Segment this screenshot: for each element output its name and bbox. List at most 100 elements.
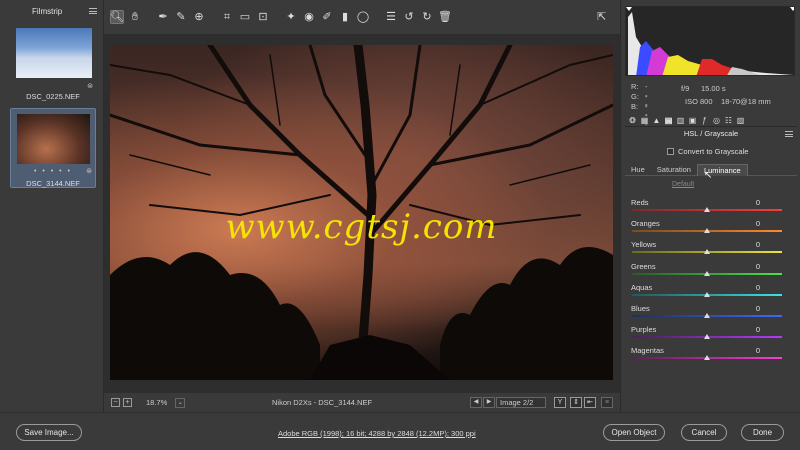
target-adjust-icon[interactable]: ⊕ <box>192 10 206 24</box>
tab-hue[interactable]: Hue <box>625 164 651 176</box>
star-rating[interactable]: • • • • • <box>11 168 95 175</box>
basic-panel-icon[interactable]: ❂ <box>628 116 637 125</box>
slider-value[interactable]: 0 <box>756 346 760 355</box>
slider-thumb[interactable] <box>704 207 710 212</box>
adjustment-brush-icon[interactable]: ✐ <box>320 10 334 24</box>
slider-value[interactable]: 0 <box>756 262 760 271</box>
detail-icon[interactable]: ▲ <box>652 116 661 125</box>
trash-icon[interactable]: 🗑︎ <box>438 10 452 24</box>
filmstrip-menu-icon[interactable] <box>89 8 97 14</box>
slider-thumb[interactable] <box>704 313 710 318</box>
graduated-filter-icon[interactable]: ▮ <box>338 10 352 24</box>
slider-value[interactable]: 0 <box>756 198 760 207</box>
rotate-cw-icon[interactable]: ↻ <box>420 10 434 24</box>
split-toning-icon[interactable]: ▥ <box>676 116 685 125</box>
zoom-in-button[interactable]: + <box>123 398 132 407</box>
slider-value[interactable]: 0 <box>756 283 760 292</box>
thumbnail-image <box>17 114 90 164</box>
effects-icon[interactable]: ƒ <box>700 116 709 125</box>
preview-image[interactable]: www.cgtsj.com <box>110 45 613 380</box>
slider-label: Oranges <box>631 219 660 229</box>
shutter-speed: 15.00 s <box>701 84 726 93</box>
hand-icon[interactable]: ✋︎ <box>128 10 142 24</box>
straighten-icon[interactable]: ▭ <box>238 10 252 24</box>
filmstrip-header: Filmstrip <box>0 0 103 22</box>
panel-title: HSL / Grayscale <box>683 129 739 138</box>
spot-removal-icon[interactable]: ✦ <box>284 10 298 24</box>
red-eye-icon[interactable]: ◉ <box>302 10 316 24</box>
slider-thumb[interactable] <box>704 334 710 340</box>
preferences-icon[interactable]: ☰ <box>384 10 398 24</box>
thumbnail-filename: DSC_0225.NEF <box>26 92 80 101</box>
lens-corrections-icon[interactable]: ▣ <box>688 116 697 125</box>
slider-magentas: Magentas 0 <box>630 346 782 366</box>
g-label: G: <box>631 92 639 101</box>
rotate-ccw-icon[interactable]: ↺ <box>402 10 416 24</box>
presets-icon[interactable]: ☷ <box>724 116 733 125</box>
copy-settings-icon[interactable]: ⇤ <box>584 397 596 408</box>
slider-value[interactable]: 0 <box>756 240 760 249</box>
slider-label: Reds <box>631 198 649 207</box>
b-label: B: <box>631 102 639 111</box>
slider-label: Magentas <box>631 346 664 356</box>
convert-grayscale-label: Convert to Grayscale <box>678 147 749 156</box>
slider-reds: Reds 0 <box>630 198 782 218</box>
zoom-icon[interactable]: 🔍︎ <box>110 10 124 24</box>
slider-value[interactable]: 0 <box>756 304 760 313</box>
slider-label: Greens <box>631 261 656 271</box>
convert-grayscale-row[interactable]: Convert to Grayscale <box>667 147 748 156</box>
filmstrip-item-selected[interactable]: • • • • • ⊜ DSC_3144.NEF <box>10 108 96 188</box>
panel-tabs: ❂ ▦ ▲ ▤ ▥ ▣ ƒ ◎ ☷ ▧ <box>625 114 797 126</box>
open-object-button[interactable]: Open Object <box>603 424 665 441</box>
slider-yellows: Yellows 0 <box>630 240 782 260</box>
cancel-button[interactable]: Cancel <box>681 424 727 441</box>
filmstrip-panel: Filmstrip ⊜ DSC_0225.NEF • • • • • ⊜ DSC… <box>0 0 104 412</box>
tab-saturation[interactable]: Saturation <box>651 164 697 176</box>
export-icon[interactable]: ⇱ <box>597 10 611 24</box>
default-link[interactable]: Default <box>672 181 694 188</box>
tone-curve-icon[interactable]: ▦ <box>640 116 649 125</box>
adjusted-badge-icon: ⊜ <box>87 83 93 90</box>
convert-grayscale-checkbox[interactable] <box>667 148 674 155</box>
thumbnail-filename: DSC_3144.NEF <box>26 179 80 188</box>
snapshots-icon[interactable]: ▧ <box>736 116 745 125</box>
slider-thumb[interactable] <box>704 228 710 234</box>
white-balance-icon[interactable]: ✒ <box>156 10 170 24</box>
save-image-button[interactable]: Save Image... <box>16 424 82 441</box>
done-button[interactable]: Done <box>741 424 784 441</box>
histogram <box>625 6 795 76</box>
thumbnail-image <box>16 28 92 78</box>
swap-settings-icon[interactable]: ⇕ <box>570 397 582 408</box>
filmstrip-title: Filmstrip <box>32 6 63 16</box>
slider-thumb[interactable] <box>704 355 710 361</box>
workflow-options-link[interactable]: Adobe RGB (1998); 16 bit; 4288 by 2848 (… <box>278 429 476 438</box>
transform-icon[interactable]: ⊡ <box>256 10 270 24</box>
hsl-panel-icon[interactable]: ▤ <box>664 116 673 125</box>
slider-value[interactable]: 0 <box>756 219 760 228</box>
zoom-out-button[interactable]: − <box>111 398 120 407</box>
color-sampler-icon[interactable]: ✎ <box>174 10 188 24</box>
bottom-bar: Save Image... Adobe RGB (1998); 16 bit; … <box>0 412 800 450</box>
preview-status-bar: − + 18.7% ⌄ Nikon D2Xs - DSC_3144.NEF ◀ … <box>104 393 620 412</box>
previous-image-button[interactable]: ◀ <box>470 397 482 408</box>
slider-value[interactable]: 0 <box>756 325 760 334</box>
radial-filter-icon[interactable]: ◯ <box>356 10 370 24</box>
zoom-dropdown-icon[interactable]: ⌄ <box>175 397 186 408</box>
camera-info: Nikon D2Xs - DSC_3144.NEF <box>272 398 373 407</box>
slider-thumb[interactable] <box>704 291 710 297</box>
r-label: R: <box>631 82 639 91</box>
lens: 18-70@18 mm <box>721 97 771 106</box>
slider-thumb[interactable] <box>704 249 710 255</box>
before-after-view-button[interactable]: Y <box>554 397 566 408</box>
filmstrip-item[interactable]: ⊜ DSC_0225.NEF <box>10 22 96 102</box>
slider-greens: Greens 0 <box>630 261 782 282</box>
next-image-button[interactable]: ▶ <box>483 397 495 408</box>
slider-label: Blues <box>631 304 650 313</box>
readout: R: --- G: --- B: --- f/9 15.00 s ISO 800 18… <box>625 78 795 129</box>
slider-thumb[interactable] <box>704 270 710 276</box>
camera-calibration-icon[interactable]: ◎ <box>712 116 721 125</box>
pointer-cursor-icon: ↖ <box>704 170 713 181</box>
toggle-settings-icon[interactable]: ≡ <box>601 397 613 408</box>
panel-menu-icon[interactable] <box>785 131 793 137</box>
crop-icon[interactable]: ⌗ <box>220 10 234 24</box>
